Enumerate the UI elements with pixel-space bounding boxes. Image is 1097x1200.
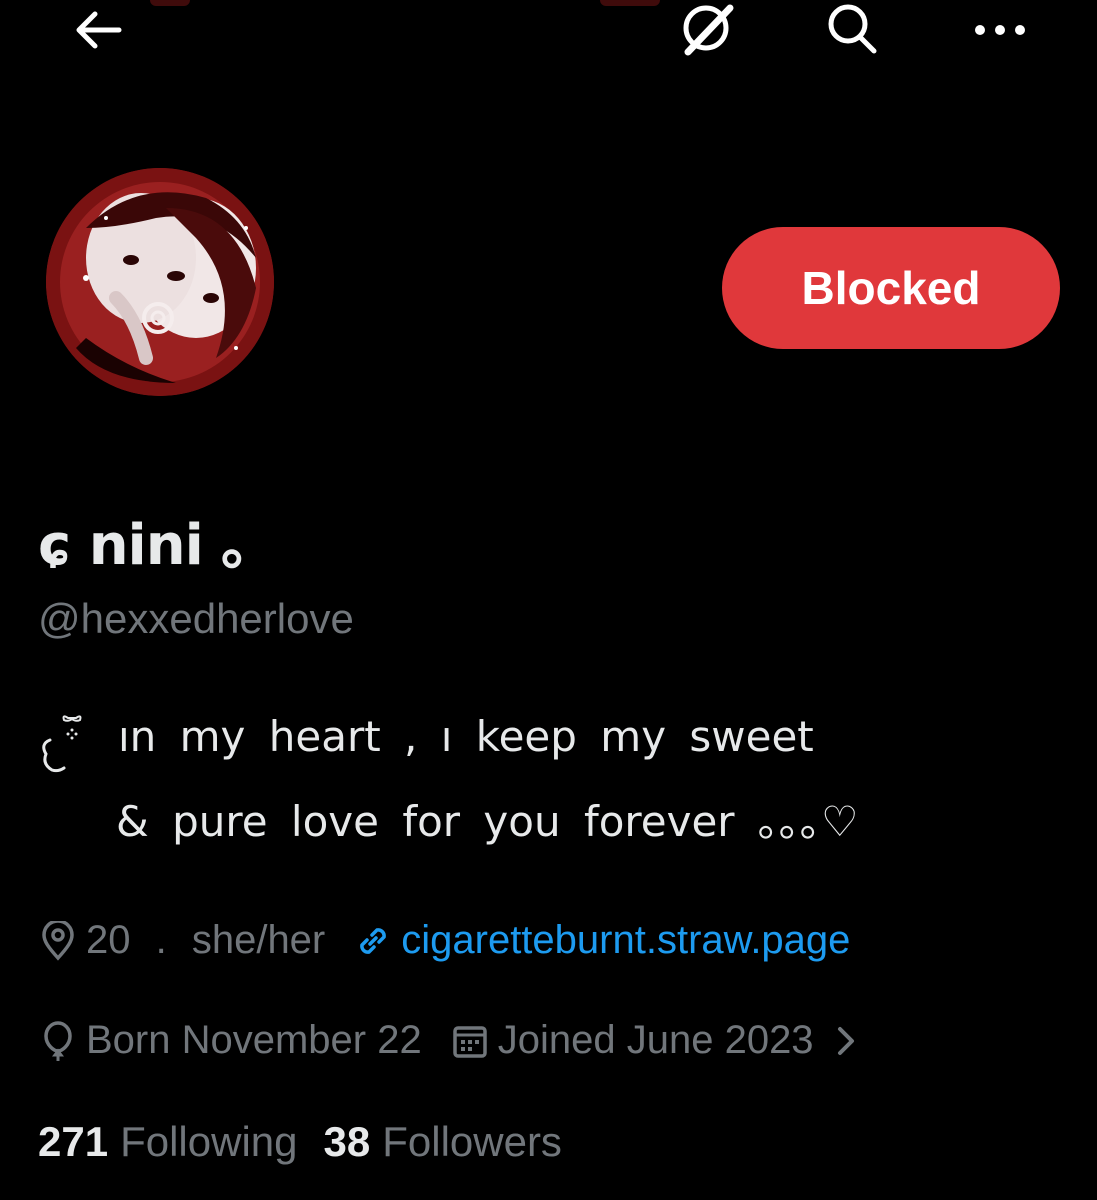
- back-button[interactable]: [56, 0, 140, 60]
- following-link[interactable]: 271 Following: [38, 1118, 298, 1166]
- location-item: 20 . she/her: [38, 918, 325, 963]
- following-count: 271: [38, 1118, 109, 1165]
- birthday-item: Born November 22: [38, 1018, 422, 1063]
- grok-icon: [683, 4, 734, 56]
- profile-meta-row-2: Born November 22 Joined June 2023: [38, 1018, 900, 1063]
- banner-edge-detail: [150, 0, 190, 6]
- chevron-right-icon: [837, 1026, 854, 1055]
- birthday-text: Born November 22: [86, 1018, 422, 1062]
- avatar-image: [46, 168, 274, 396]
- joined-text: Joined June 2023: [497, 1018, 814, 1062]
- display-name: ɕ nini ｡: [38, 513, 249, 578]
- profile-page: Blocked ɕ nini ｡ @hexxedherlove ın my he…: [0, 0, 1097, 1200]
- search-button[interactable]: [810, 0, 894, 60]
- profile-handle: @hexxedherlove: [38, 595, 354, 642]
- more-button[interactable]: [958, 0, 1042, 60]
- banner-edge-detail: [600, 0, 660, 6]
- bow-cherry-icon: [42, 715, 82, 773]
- calendar-icon: [452, 1025, 487, 1058]
- blocked-button[interactable]: Blocked: [722, 227, 1060, 349]
- location-text: 20 . she/her: [86, 918, 326, 962]
- following-label: Following: [120, 1118, 298, 1165]
- link-text[interactable]: cigaretteburnt.straw.page: [401, 918, 850, 963]
- profile-meta-row-1: 20 . she/her cigaretteburnt.straw.page: [38, 918, 878, 963]
- grok-button[interactable]: [664, 0, 748, 60]
- followers-label: Followers: [382, 1118, 562, 1165]
- followers-count: 38: [323, 1118, 371, 1165]
- search-icon: [828, 4, 877, 54]
- arrow-left-icon: [76, 11, 122, 49]
- bio-line-1: ın my heart , ı keep my sweet: [118, 712, 814, 761]
- balloon-icon: [44, 1020, 72, 1061]
- joined-item[interactable]: Joined June 2023: [450, 1018, 872, 1063]
- profile-link[interactable]: cigaretteburnt.straw.page: [353, 918, 850, 963]
- followers-link[interactable]: 38 Followers: [324, 1118, 562, 1166]
- follow-stats: 271 Following 38 Followers: [38, 1118, 588, 1166]
- location-pin-icon: [42, 920, 74, 961]
- bio-line-2: & pure love for you forever ｡｡｡♡: [116, 797, 859, 846]
- more-horizontal-icon: [975, 25, 1025, 35]
- avatar[interactable]: [40, 162, 280, 402]
- link-icon: [360, 927, 387, 954]
